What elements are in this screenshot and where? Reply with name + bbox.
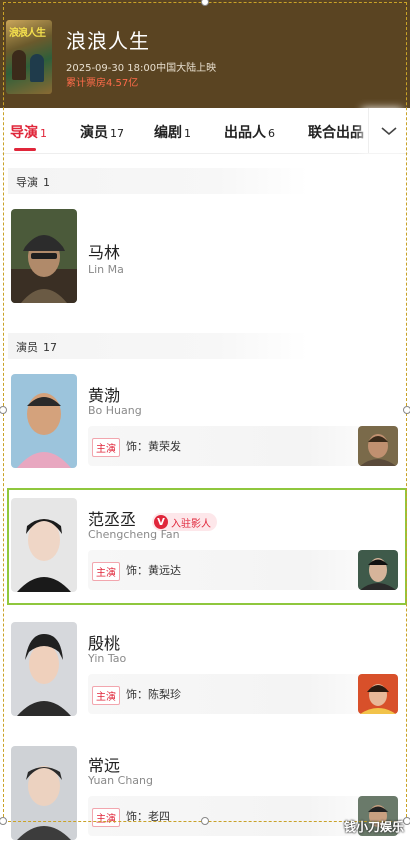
resize-handle[interactable] [403, 406, 410, 414]
crop-frame [3, 2, 407, 822]
watermark: 钱小刀娱乐 [343, 820, 404, 834]
resize-handle[interactable] [0, 817, 7, 825]
resize-handle[interactable] [201, 817, 209, 825]
resize-handle[interactable] [403, 817, 410, 825]
